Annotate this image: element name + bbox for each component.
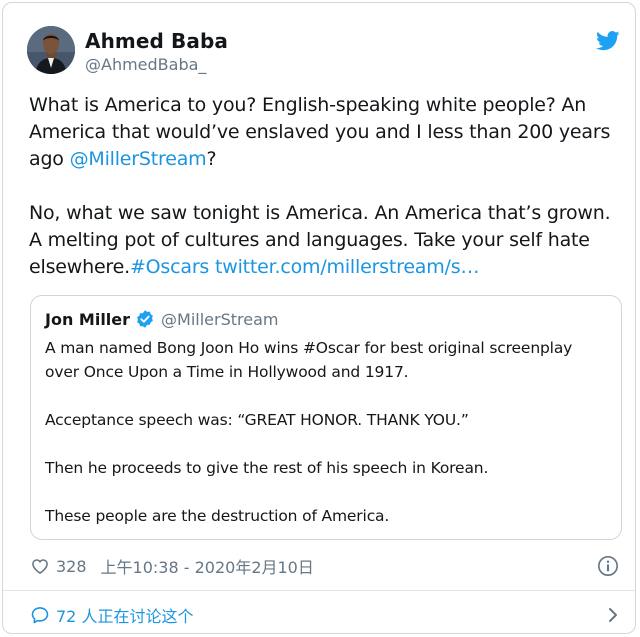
quoted-author-name[interactable]: Jon Miller [45, 310, 130, 329]
author-avatar[interactable] [27, 26, 75, 74]
verified-badge-icon [137, 310, 153, 328]
speech-bubble-icon [31, 607, 49, 624]
twitter-bird-icon[interactable] [596, 31, 620, 51]
quoted-paragraph: A man named Bong Joon Ho wins #Oscar for… [45, 339, 573, 381]
quoted-paragraph: These people are the destruction of Amer… [45, 507, 390, 525]
chevron-right-icon [609, 608, 617, 622]
tweet-text-end: ? [206, 148, 217, 170]
tweet-paragraph-1: What is America to you? English-speaking… [29, 92, 619, 173]
tweet-paragraph-2: No, what we saw tonight is America. An A… [29, 200, 619, 281]
author-handle[interactable]: @AhmedBaba_ [85, 55, 206, 74]
heart-icon[interactable] [30, 556, 50, 576]
info-icon[interactable] [597, 555, 619, 577]
quoted-paragraph: Acceptance speech was: “GREAT HONOR. THA… [45, 411, 469, 429]
quoted-author-handle[interactable]: @MillerStream [161, 310, 278, 329]
discussion-label: 72 人正在讨论这个 [56, 607, 194, 626]
mention-link[interactable]: @MillerStream [70, 148, 207, 170]
tweet-meta-row: 328 上午10:38 - 2020年2月10日 [30, 555, 314, 577]
tweet-text: What is America to you? English-speaking… [29, 92, 619, 281]
quoted-tweet-text: A man named Bong Joon Ho wins #Oscar for… [45, 336, 605, 528]
quoted-tweet-header: Jon Miller @MillerStream [45, 308, 278, 330]
discussion-link[interactable]: 72 人正在讨论这个 [30, 604, 620, 626]
quoted-tweet-link[interactable]: twitter.com/millerstream/s… [215, 256, 479, 278]
quoted-tweet[interactable]: Jon Miller @MillerStream A man named Bon… [30, 295, 622, 540]
quoted-paragraph: Then he proceeds to give the rest of his… [45, 459, 489, 477]
tweet-card: Ahmed Baba @AhmedBaba_ What is America t… [2, 2, 636, 634]
divider [3, 590, 635, 591]
profile-photo [27, 26, 75, 74]
hashtag-link[interactable]: #Oscars [130, 256, 209, 278]
author-name[interactable]: Ahmed Baba [85, 29, 228, 53]
tweet-timestamp[interactable]: 上午10:38 - 2020年2月10日 [101, 554, 314, 578]
like-count[interactable]: 328 [56, 557, 87, 576]
